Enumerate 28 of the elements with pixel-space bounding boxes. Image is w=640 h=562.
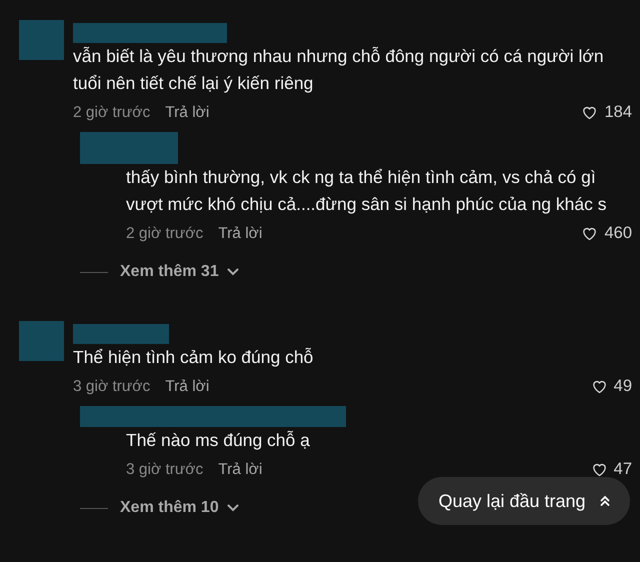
comment-text: vẫn biết là yêu thương nhau nhưng chỗ đông người có cá người lớn tuổi nên tiết chế lại ý kiến riêng [73,45,605,95]
reply-link[interactable]: Trả lời [218,224,262,242]
heart-icon[interactable] [581,104,598,121]
like-count: 47 [614,460,632,479]
like-count: 184 [604,103,632,122]
comment-text: Thể hiện tình cảm ko đúng chỗ [73,346,314,369]
heart-icon[interactable] [590,378,608,395]
reply-link[interactable]: Trả lời [218,460,262,478]
timestamp: 2 giờ trước [126,224,204,242]
view-more-replies[interactable]: Xem thêm 10 [120,499,219,517]
heart-icon[interactable] [581,225,598,242]
like-count: 460 [604,224,632,243]
timestamp: 2 giờ trước [73,104,150,122]
chevron-down-icon [226,268,239,276]
like-count: 49 [614,377,632,396]
timestamp: 3 giờ trước [126,460,204,478]
heart-icon[interactable] [590,461,608,478]
redacted-avatar [19,321,64,361]
timestamp: 3 giờ trước [73,378,150,396]
comment-text: Thế nào ms đúng chỗ ạ [126,429,311,452]
comment-text: thấy bình thường, vk ck ng ta thể hiện tình cảm, vs chả có gì vượt mức khó chịu cả....đừng sân si hạnh phúc của ng khác s [126,166,608,216]
chevron-down-icon [226,504,239,512]
reply-link[interactable]: Trả lời [165,378,210,396]
back-to-top-button[interactable]: Quay lại đầu trang [418,477,630,525]
redacted-avatar [19,20,64,60]
double-chevron-up-icon [600,495,610,507]
reply-link[interactable]: Trả lời [165,104,210,122]
view-more-replies[interactable]: Xem thêm 31 [120,263,219,281]
